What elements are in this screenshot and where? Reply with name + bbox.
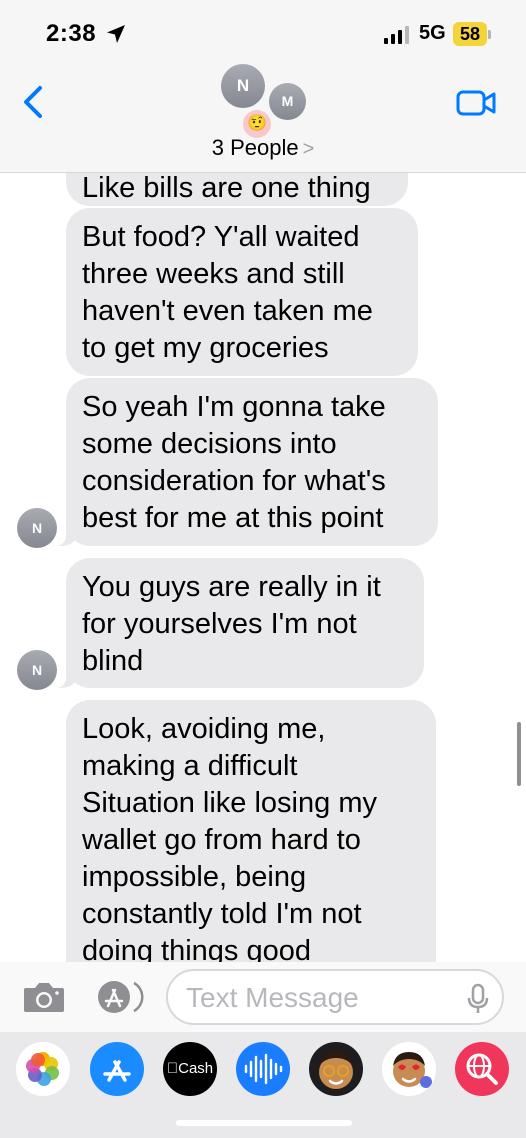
message-line: But food? Y'all waited (82, 221, 360, 253)
waveform-icon (244, 1053, 283, 1085)
audio-message-icon[interactable] (236, 1042, 290, 1096)
memoji-stickers-icon[interactable] (382, 1042, 436, 1096)
emoji-avatar[interactable]: 🤨 (243, 110, 271, 138)
message-line: You guys are really in it (82, 571, 381, 603)
group-name-label: 3 People (211, 135, 299, 160)
text-message-input[interactable] (184, 977, 458, 1019)
message-line: doing things good (82, 935, 311, 962)
message-line: to get my groceries (82, 332, 329, 364)
location-arrow-icon (107, 25, 125, 43)
memoji-face-icon (319, 1050, 353, 1089)
web-images-icon[interactable] (455, 1042, 509, 1096)
chevron-right-icon: > (302, 138, 315, 160)
messages-screen: Like bills are one thing But food? Y'all… (0, 0, 526, 1138)
message-bubble[interactable]: Look, avoiding me, making a difficult Si… (66, 700, 436, 962)
cash-label-text: Cash (172, 1060, 213, 1077)
message-line: some decisions into (82, 428, 337, 460)
message-text-field[interactable] (166, 969, 504, 1025)
message-line: for yourselves I'm not (82, 608, 357, 640)
app-store-a-icon (103, 1060, 131, 1082)
message-line: Situation like losing my (82, 787, 377, 819)
message-line: constantly told I'm not (82, 898, 362, 930)
photos-app-icon[interactable] (16, 1042, 70, 1096)
message-line: making a difficult (82, 750, 298, 782)
conversation-header: 2:38 5G 58 N M 🤨 3 People > (0, 0, 526, 173)
participant-avatar[interactable]: M (269, 83, 306, 120)
home-indicator[interactable] (176, 1120, 352, 1126)
sender-avatar[interactable]: N (17, 650, 57, 690)
message-bubble[interactable]: So yeah I'm gonna take some decisions in… (52, 378, 438, 546)
camera-icon[interactable] (22, 980, 66, 1014)
memoji-icon[interactable] (309, 1042, 363, 1096)
app-store-icon[interactable] (90, 1042, 144, 1096)
message-line: So yeah I'm gonna take (82, 391, 386, 423)
status-time: 2:38 (46, 20, 97, 47)
imessage-app-drawer: Cash (0, 1032, 526, 1138)
photos-flower-icon (26, 1052, 59, 1086)
cellular-signal-icon (384, 26, 409, 44)
group-name-button[interactable]: 3 People > (0, 135, 526, 161)
message-line: blind (82, 645, 144, 677)
message-line: haven't even taken me (82, 295, 373, 327)
apple-cash-icon[interactable]: Cash (163, 1042, 217, 1096)
message-line: wallet go from hard to (82, 824, 361, 856)
message-line: three weeks and still (82, 258, 345, 290)
message-line: Like bills are one thing (82, 172, 371, 204)
message-line: consideration for what's (82, 465, 386, 497)
facetime-video-icon[interactable] (456, 90, 496, 116)
battery-cap-icon (488, 30, 491, 39)
back-chevron-icon[interactable] (18, 84, 52, 120)
message-line: impossible, being (82, 861, 307, 893)
network-type: 5G (419, 22, 446, 44)
message-bubble[interactable]: You guys are really in it for yourselves… (52, 558, 424, 688)
memoji-sticker-face-icon (393, 1052, 432, 1088)
message-input-bar (0, 962, 526, 1032)
message-line: Look, avoiding me, (82, 713, 326, 745)
participant-avatar[interactable]: N (221, 64, 265, 108)
battery-indicator: 58 (453, 22, 487, 46)
message-line: best for me at this point (82, 502, 384, 534)
search-globe-icon (466, 1053, 498, 1085)
microphone-icon[interactable] (466, 983, 490, 1015)
sender-avatar[interactable]: N (17, 508, 57, 548)
scroll-indicator[interactable] (517, 722, 521, 786)
app-store-apps-icon[interactable] (94, 980, 144, 1014)
message-bubble[interactable]: But food? Y'all waited three weeks and s… (66, 208, 418, 376)
apple-cash-label: Cash (163, 1042, 217, 1096)
